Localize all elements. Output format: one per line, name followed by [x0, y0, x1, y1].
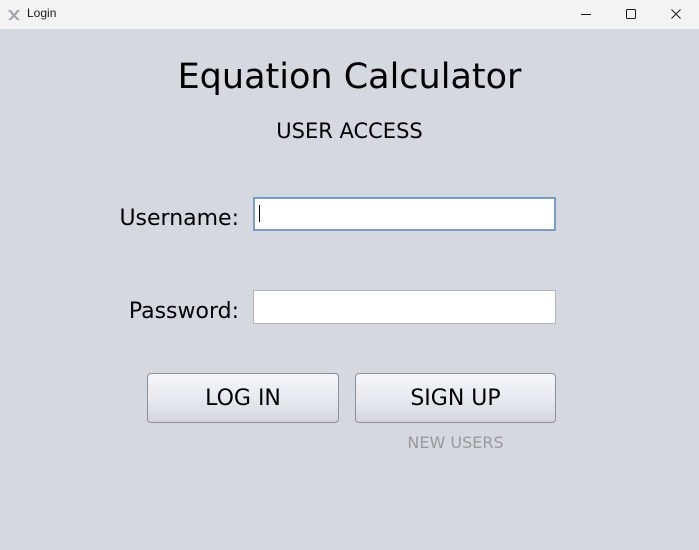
title-bar[interactable]: Login: [0, 0, 699, 29]
window-title: Login: [27, 6, 57, 20]
login-button[interactable]: LOG IN: [147, 373, 339, 423]
password-label: Password:: [128, 299, 239, 324]
minimize-button[interactable]: [563, 0, 609, 29]
close-button[interactable]: [653, 0, 699, 29]
login-window: Login Equation Calculator USER ACCESS Us…: [0, 0, 699, 550]
maximize-button[interactable]: [608, 0, 654, 29]
new-users-note: NEW USERS: [407, 433, 504, 452]
username-field[interactable]: [253, 197, 556, 231]
text-cursor: [259, 205, 260, 222]
app-logo-icon: [7, 7, 21, 21]
username-label: Username:: [119, 206, 239, 231]
password-field[interactable]: [253, 290, 556, 324]
app-title: Equation Calculator: [177, 57, 522, 97]
page-subtitle: USER ACCESS: [276, 119, 423, 143]
maximize-icon: [625, 5, 637, 24]
signup-button[interactable]: SIGN UP: [355, 373, 556, 423]
minimize-icon: [580, 5, 592, 24]
close-icon: [670, 5, 682, 24]
